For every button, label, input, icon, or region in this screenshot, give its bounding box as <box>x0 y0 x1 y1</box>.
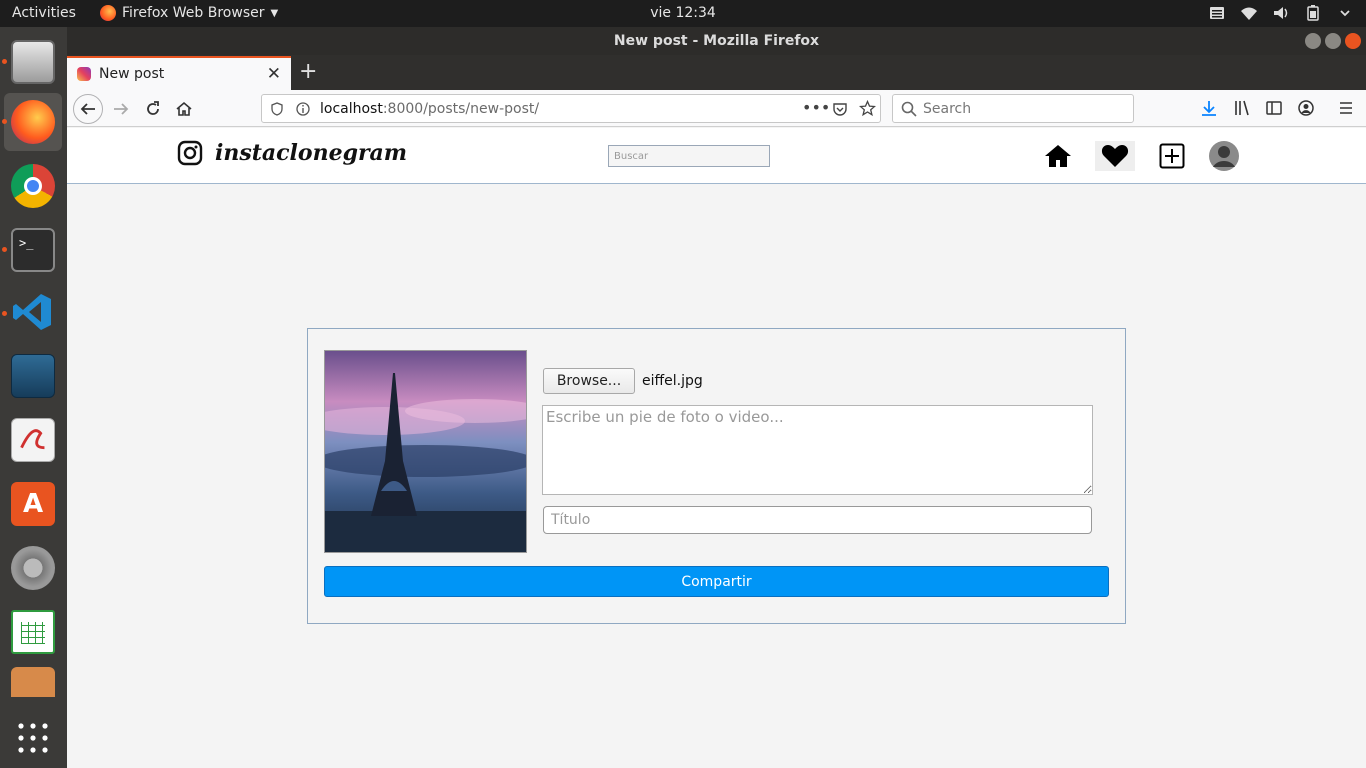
url-path: :8000/posts/new-post/ <box>382 101 540 117</box>
heart-icon <box>1101 145 1129 167</box>
more-actions-icon[interactable]: ••• <box>802 98 830 117</box>
new-post-form: Browse... eiffel.jpg Compartir <box>307 328 1126 624</box>
site-brand[interactable]: instaclonegram <box>177 140 407 166</box>
shield-icon[interactable] <box>270 102 284 116</box>
hamburger-menu-icon[interactable] <box>1338 100 1354 116</box>
bookmark-star-icon[interactable] <box>859 100 876 117</box>
info-icon[interactable] <box>296 102 310 116</box>
browser-search-bar[interactable]: Search <box>892 94 1134 123</box>
gnome-top-bar: Activities Firefox Web Browser ▼ vie 12:… <box>0 0 1366 27</box>
app-menu[interactable]: Firefox Web Browser ▼ <box>100 5 278 21</box>
app-menu-label: Firefox Web Browser <box>122 5 265 21</box>
reload-button[interactable] <box>139 95 167 123</box>
plus-square-icon <box>1159 143 1185 169</box>
system-tools-icon[interactable] <box>4 539 62 597</box>
software-center-icon[interactable]: A <box>4 475 62 533</box>
spreadsheet-icon[interactable] <box>4 603 62 661</box>
close-window-icon[interactable] <box>1345 33 1361 49</box>
url-host: localhost <box>320 101 383 117</box>
mysql-workbench-icon[interactable] <box>4 347 62 405</box>
home-button[interactable] <box>170 95 198 123</box>
eiffel-tower-image <box>325 351 526 552</box>
window-title: New post - Mozilla Firefox <box>613 33 820 49</box>
pocket-icon[interactable] <box>832 101 848 117</box>
system-tray[interactable] <box>1208 4 1354 22</box>
image-preview <box>324 350 527 553</box>
library-icon[interactable] <box>1233 99 1251 117</box>
new-post-nav-button[interactable] <box>1156 140 1188 172</box>
arrow-right-icon <box>114 103 129 115</box>
activities-button[interactable]: Activities <box>12 5 76 21</box>
instagram-logo-icon <box>177 140 203 166</box>
running-indicator <box>2 59 7 64</box>
download-icon[interactable] <box>1200 99 1218 117</box>
url-bar[interactable]: localhost:8000/posts/new-post/ ••• <box>261 94 881 123</box>
window-titlebar: New post - Mozilla Firefox <box>67 27 1366 55</box>
account-icon[interactable] <box>1297 99 1315 117</box>
file-cabinet-icon[interactable] <box>4 33 62 91</box>
sidebar-icon[interactable] <box>1265 99 1283 117</box>
terminal-icon[interactable]: >_ <box>4 221 62 279</box>
selected-file-name: eiffel.jpg <box>642 373 703 389</box>
vscode-icon[interactable] <box>4 283 62 341</box>
home-nav-button[interactable] <box>1042 140 1074 172</box>
share-button[interactable]: Compartir <box>324 566 1109 597</box>
home-icon <box>1045 145 1071 167</box>
profile-nav-button[interactable] <box>1208 140 1240 172</box>
back-button[interactable] <box>73 94 103 124</box>
site-search-input[interactable] <box>608 145 770 167</box>
volume-icon[interactable] <box>1272 4 1290 22</box>
minimize-icon[interactable] <box>1305 33 1321 49</box>
title-input[interactable] <box>543 506 1092 534</box>
navigation-toolbar: localhost:8000/posts/new-post/ ••• Searc… <box>67 90 1366 127</box>
home-icon <box>176 101 192 116</box>
power-menu-icon[interactable] <box>1336 4 1354 22</box>
brand-name: instaclonegram <box>215 140 408 166</box>
firefox-icon[interactable] <box>4 93 62 151</box>
reload-icon <box>147 101 159 115</box>
dock: >_ A <box>0 27 67 768</box>
running-indicator <box>2 119 7 124</box>
clock[interactable]: vie 12:34 <box>650 5 716 21</box>
arrow-left-icon <box>80 103 95 115</box>
maximize-icon[interactable] <box>1325 33 1341 49</box>
web-page: instaclonegram Buscar Browse... eiffel.j… <box>67 128 1366 768</box>
instagram-favicon-icon <box>77 67 91 81</box>
menu-icon[interactable] <box>1208 4 1226 22</box>
close-tab-icon[interactable]: ✕ <box>267 64 281 84</box>
chrome-icon[interactable] <box>4 157 62 215</box>
app-grid-icon[interactable] <box>4 709 62 767</box>
url-text[interactable]: localhost:8000/posts/new-post/ <box>320 101 539 117</box>
forward-button[interactable] <box>107 95 135 123</box>
site-navbar: instaclonegram <box>67 128 1366 184</box>
browse-file-button[interactable]: Browse... <box>543 368 635 394</box>
likes-nav-button[interactable] <box>1095 141 1135 171</box>
wifi-icon[interactable] <box>1240 4 1258 22</box>
chevron-down-icon: ▼ <box>270 7 279 19</box>
search-icon <box>901 101 917 117</box>
pdf-viewer-icon[interactable] <box>4 411 62 469</box>
firefox-small-icon <box>100 5 116 21</box>
tab-new-post[interactable]: New post ✕ <box>67 56 291 90</box>
printer-icon[interactable] <box>4 667 62 697</box>
running-indicator <box>2 311 7 316</box>
avatar <box>1209 141 1239 171</box>
tab-strip: New post ✕ + <box>67 55 1366 90</box>
running-indicator <box>2 247 7 252</box>
tab-title: New post <box>99 66 165 82</box>
battery-icon[interactable] <box>1304 4 1322 22</box>
caption-textarea[interactable] <box>542 405 1093 495</box>
new-tab-button[interactable]: + <box>299 59 317 84</box>
search-placeholder: Search <box>923 101 972 117</box>
